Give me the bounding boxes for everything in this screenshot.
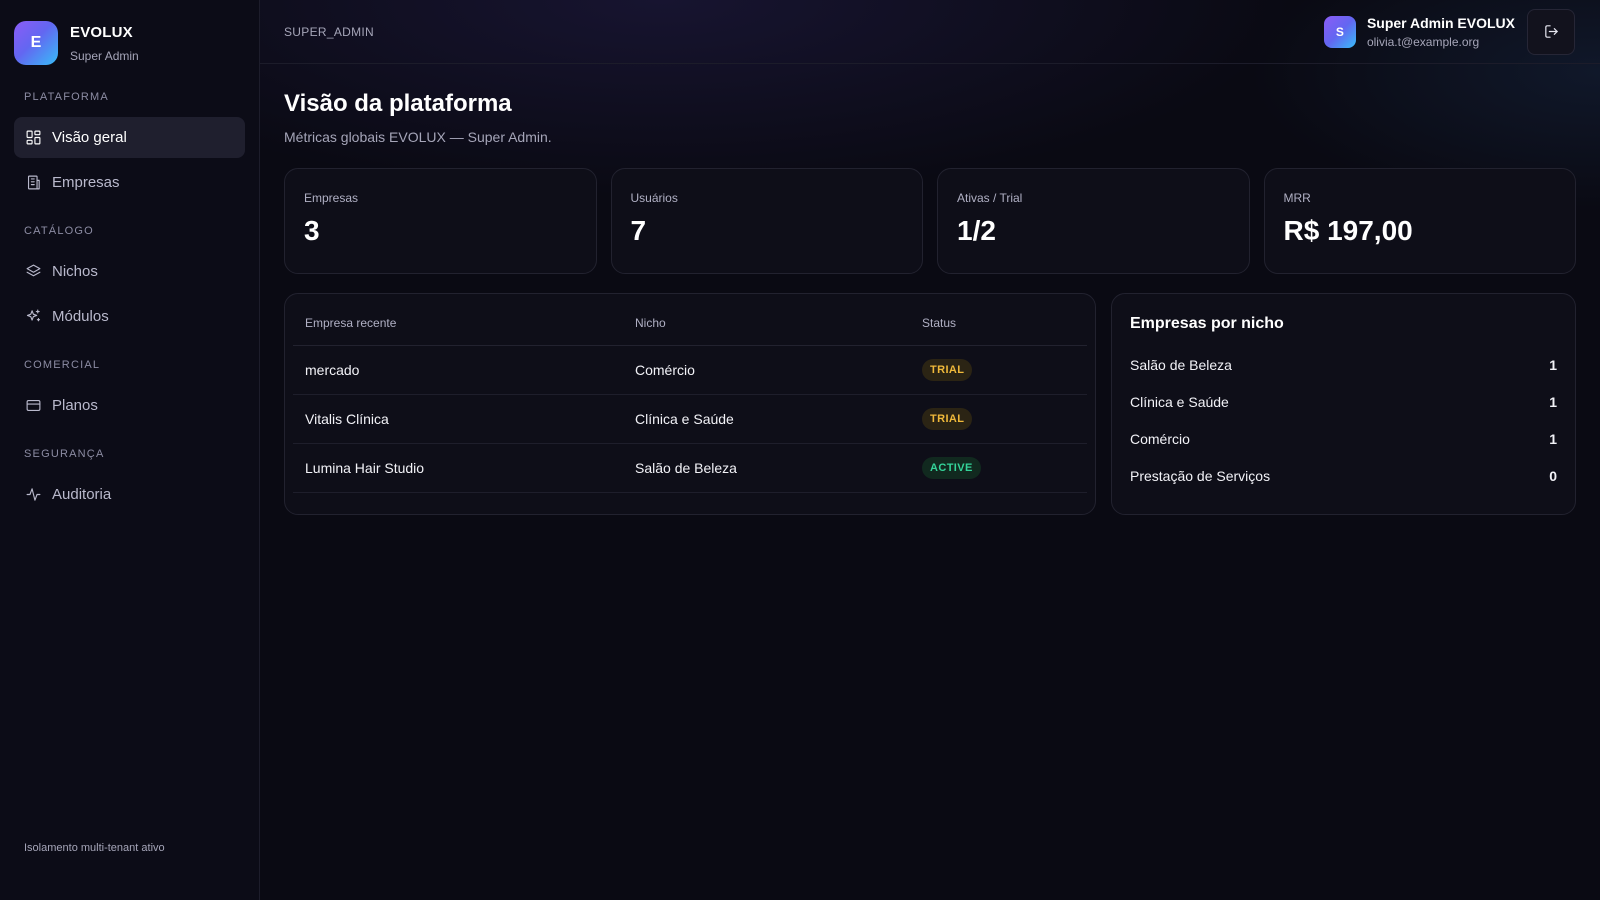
- recent-companies-card: Empresa recente Nicho Status mercado Com…: [284, 293, 1096, 515]
- page-subtitle: Métricas globais EVOLUX — Super Admin.: [284, 129, 552, 145]
- column-header-nicho: Nicho: [623, 302, 910, 346]
- stat-label: Ativas / Trial: [957, 191, 1023, 205]
- niche-count: 1: [1549, 430, 1557, 447]
- sidebar-item-nichos[interactable]: Nichos: [14, 251, 245, 292]
- stat-card-empresas: Empresas 3: [284, 168, 597, 274]
- sidebar-item-label: Empresas: [52, 174, 120, 191]
- stat-value: 1/2: [957, 215, 996, 246]
- table-row[interactable]: Vitalis Clínica Clínica e Saúde TRIAL: [293, 394, 1087, 444]
- user-name: Super Admin EVOLUX: [1366, 14, 1515, 31]
- credit-card-icon: [24, 397, 42, 415]
- stat-card-usuarios: Usuários 7: [610, 168, 923, 274]
- stat-label: Usuários: [630, 191, 678, 205]
- content-row: Empresa recente Nicho Status mercado Com…: [284, 293, 1576, 515]
- brand[interactable]: E EVOLUX Super Admin: [14, 0, 245, 86]
- niche-list: Salão de Beleza 1 Clínica e Saúde 1 Comé…: [1130, 346, 1557, 494]
- role-tag: SUPER_ADMIN: [284, 24, 374, 39]
- dashboard-grid-icon: [24, 129, 42, 147]
- sidebar-footer-status: Isolamento multi-tenant ativo: [24, 842, 165, 854]
- cell-status: TRIAL: [910, 345, 1087, 395]
- page-title: Visão da plataforma: [284, 90, 512, 117]
- avatar[interactable]: S: [1323, 15, 1356, 48]
- niche-count: 1: [1549, 356, 1557, 373]
- sidebar-item-empresas[interactable]: Empresas: [14, 162, 245, 203]
- niche-count: 1: [1549, 393, 1557, 410]
- sidebar-item-planos[interactable]: Planos: [14, 385, 245, 426]
- stat-value: R$ 197,00: [1283, 215, 1413, 246]
- stat-value: 7: [630, 215, 647, 246]
- brand-text: EVOLUX Super Admin: [70, 24, 139, 63]
- logout-button[interactable]: [1527, 8, 1575, 55]
- niche-count: 0: [1549, 467, 1557, 484]
- cell-nicho: Salão de Beleza: [623, 443, 910, 493]
- brand-logo: E: [14, 21, 58, 65]
- niche-card-title: Empresas por nicho: [1130, 315, 1284, 332]
- list-item: Comércio 1: [1130, 420, 1557, 457]
- sidebar-item-label: Módulos: [52, 308, 109, 325]
- sidebar-item-label: Visão geral: [52, 129, 127, 146]
- stat-label: MRR: [1283, 191, 1311, 205]
- column-header-empresa: Empresa recente: [293, 302, 623, 346]
- section-label-catalogo: CATÁLOGO: [24, 225, 94, 237]
- recent-companies-table: Empresa recente Nicho Status mercado Com…: [293, 302, 1087, 493]
- cell-nicho: Comércio: [623, 345, 910, 395]
- sidebar-item-label: Nichos: [52, 263, 98, 280]
- sparkles-icon: [24, 308, 42, 326]
- list-item: Clínica e Saúde 1: [1130, 383, 1557, 420]
- stat-value: 3: [304, 215, 320, 246]
- status-badge: TRIAL: [922, 358, 973, 381]
- activity-icon: [24, 486, 42, 504]
- sidebar-item-auditoria[interactable]: Auditoria: [14, 474, 245, 515]
- user-info: Super Admin EVOLUX olivia.t@example.org: [1367, 15, 1515, 49]
- cell-status: TRIAL: [910, 394, 1087, 444]
- main-area: SUPER_ADMIN S Super Admin EVOLUX olivia.…: [260, 0, 1600, 900]
- building-icon: [24, 174, 42, 192]
- stat-card-mrr: MRR R$ 197,00: [1263, 168, 1576, 274]
- topbar: SUPER_ADMIN S Super Admin EVOLUX olivia.…: [260, 0, 1600, 64]
- niche-label: Comércio: [1130, 430, 1190, 447]
- cell-empresa: Vitalis Clínica: [293, 394, 623, 444]
- cell-nicho: Clínica e Saúde: [623, 394, 910, 444]
- app-root: E EVOLUX Super Admin PLATAFORMA Visão ge…: [0, 0, 1600, 900]
- table-row[interactable]: Lumina Hair Studio Salão de Beleza ACTIV…: [293, 443, 1087, 493]
- status-badge: TRIAL: [922, 407, 973, 430]
- niche-label: Prestação de Serviços: [1130, 467, 1271, 484]
- section-label-comercial: COMERCIAL: [24, 359, 101, 371]
- logout-icon: [1544, 25, 1558, 38]
- brand-name: EVOLUX: [70, 23, 133, 41]
- layers-icon: [24, 263, 42, 281]
- page-content: Visão da plataforma Métricas globais EVO…: [260, 64, 1600, 515]
- stat-card-ativas-trial: Ativas / Trial 1/2: [937, 168, 1250, 274]
- niche-label: Salão de Beleza: [1130, 356, 1232, 373]
- list-item: Prestação de Serviços 0: [1130, 457, 1557, 494]
- sidebar: E EVOLUX Super Admin PLATAFORMA Visão ge…: [0, 0, 260, 900]
- table-row[interactable]: mercado Comércio TRIAL: [293, 345, 1087, 395]
- section-label-seguranca: SEGURANÇA: [24, 448, 105, 460]
- cell-empresa: Lumina Hair Studio: [293, 443, 623, 493]
- stat-label: Empresas: [304, 191, 359, 205]
- status-badge: ACTIVE: [922, 456, 981, 479]
- list-item: Salão de Beleza 1: [1130, 346, 1557, 383]
- table-header-row: Empresa recente Nicho Status: [293, 302, 1087, 346]
- section-label-plataforma: PLATAFORMA: [24, 91, 109, 103]
- brand-subtitle: Super Admin: [70, 48, 139, 63]
- sidebar-item-modulos[interactable]: Módulos: [14, 296, 245, 337]
- stats-row: Empresas 3 Usuários 7 Ativas / Trial 1/2…: [284, 168, 1576, 274]
- user-email: olivia.t@example.org: [1366, 34, 1480, 49]
- companies-by-niche-card: Empresas por nicho Salão de Beleza 1 Clí…: [1111, 293, 1576, 515]
- cell-status: ACTIVE: [910, 443, 1087, 493]
- column-header-status: Status: [910, 302, 1087, 346]
- cell-empresa: mercado: [293, 345, 623, 395]
- niche-label: Clínica e Saúde: [1130, 393, 1229, 410]
- sidebar-item-label: Planos: [52, 397, 98, 414]
- user-block: S Super Admin EVOLUX olivia.t@example.or…: [1323, 8, 1575, 55]
- sidebar-item-visao-geral[interactable]: Visão geral: [14, 117, 245, 158]
- sidebar-item-label: Auditoria: [52, 486, 112, 503]
